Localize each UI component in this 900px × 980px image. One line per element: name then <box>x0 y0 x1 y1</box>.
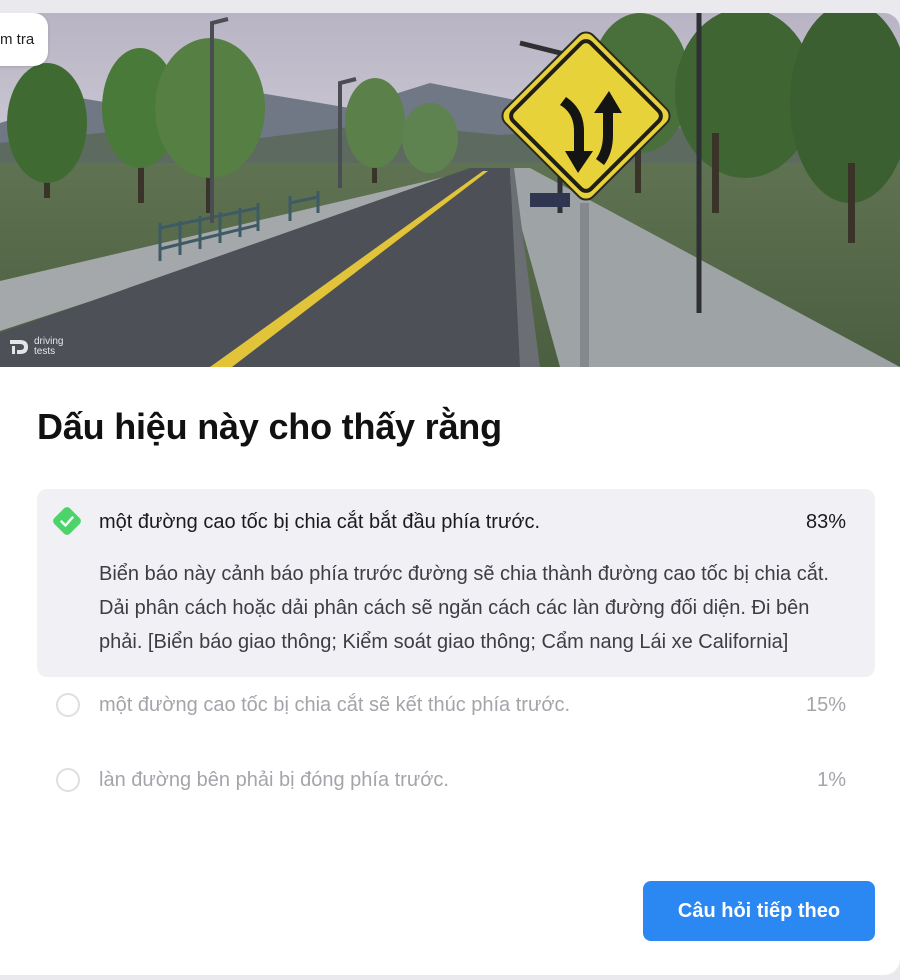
answer-percent: 1% <box>817 769 846 791</box>
answer-option[interactable]: một đường cao tốc bị chia cắt sẽ kết thú… <box>37 677 875 752</box>
road-scene-illustration <box>0 13 900 367</box>
question-image: m tra driving tests <box>0 13 900 367</box>
answer-option[interactable]: làn đường bên phải bị đóng phía trước. 1… <box>37 752 875 827</box>
answer-text: một đường cao tốc bị chia cắt bắt đầu ph… <box>99 511 541 533</box>
radio-icon <box>56 768 80 792</box>
question-card: m tra driving tests Dấu hiệu này cho thấ… <box>0 13 900 975</box>
answer-list: một đường cao tốc bị chia cắt bắt đầu ph… <box>37 489 875 827</box>
correct-check-icon <box>53 507 81 535</box>
answer-percent: 15% <box>805 694 846 716</box>
answer-row: làn đường bên phải bị đóng phía trước. 1… <box>99 752 875 792</box>
answer-row: một đường cao tốc bị chia cắt bắt đầu ph… <box>99 510 875 534</box>
watermark-line2: tests <box>34 346 56 357</box>
exam-badge-label: m tra <box>0 31 35 48</box>
answer-text: làn đường bên phải bị đóng phía trước. <box>99 769 449 791</box>
radio-icon <box>56 693 80 717</box>
answer-explanation: Biển báo này cảnh báo phía trước đường s… <box>99 563 829 653</box>
exam-badge[interactable]: m tra <box>0 13 49 66</box>
drivingtests-watermark: driving tests <box>8 337 74 357</box>
answer-row: một đường cao tốc bị chia cắt sẽ kết thú… <box>99 677 875 717</box>
answer-option-correct[interactable]: một đường cao tốc bị chia cắt bắt đầu ph… <box>37 489 875 677</box>
drivingtests-logo-icon <box>10 340 28 354</box>
answer-text: một đường cao tốc bị chia cắt sẽ kết thú… <box>99 694 571 716</box>
next-question-button[interactable]: Câu hỏi tiếp theo <box>643 881 875 941</box>
question-title: Dấu hiệu này cho thấy rằng <box>37 406 502 447</box>
answer-percent: 83% <box>805 511 846 533</box>
